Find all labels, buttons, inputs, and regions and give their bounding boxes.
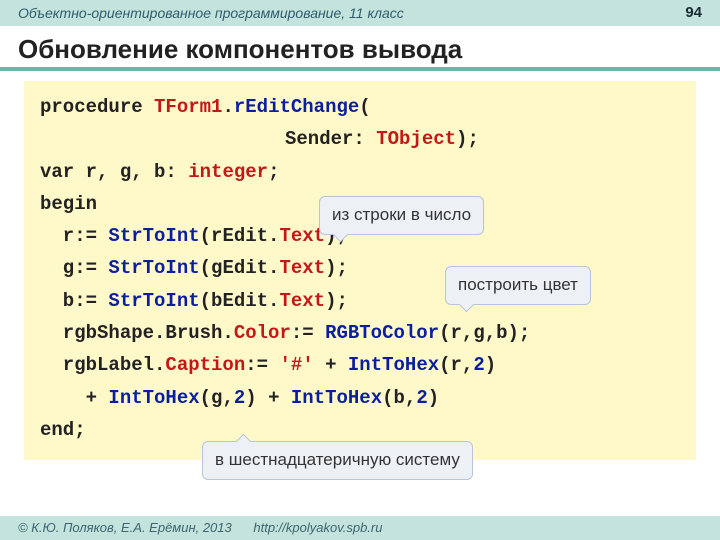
code-line: + IntToHex(g,2) + IntToHex(b,2) xyxy=(40,382,680,414)
t: Caption xyxy=(165,354,245,376)
t: Text xyxy=(279,257,325,279)
t: procedure xyxy=(40,96,154,118)
t: begin xyxy=(40,193,97,215)
t: rgbShape.Brush. xyxy=(40,322,234,344)
t: Text xyxy=(279,290,325,312)
callout-build-color: построить цвет xyxy=(445,266,591,305)
t: IntToHex xyxy=(348,354,439,376)
t: (g, xyxy=(200,387,234,409)
code-line: procedure TForm1.rEditChange( xyxy=(40,91,680,123)
t: StrToInt xyxy=(108,257,199,279)
t: rEditChange xyxy=(234,96,359,118)
callout-to-hex: в шестнадцатеричную систему xyxy=(202,441,473,480)
page-title: Обновление компонентов вывода xyxy=(18,34,702,65)
title-divider xyxy=(0,67,720,71)
t: ); xyxy=(456,128,479,150)
t: b:= xyxy=(40,290,108,312)
course-title: Объектно-ориентированное программировани… xyxy=(18,0,404,26)
t: IntToHex xyxy=(108,387,199,409)
code-line: rgbShape.Brush.Color:= RGBToColor(r,g,b)… xyxy=(40,317,680,349)
t: ; xyxy=(268,161,279,183)
t: := xyxy=(245,354,279,376)
t: end; xyxy=(40,419,86,441)
footer-band: © К.Ю. Поляков, Е.А. Ерёмин, 2013 http:/… xyxy=(0,516,720,540)
callout-str-to-int: из строки в число xyxy=(319,196,484,235)
code-line: Sender: TObject); xyxy=(40,123,680,155)
t: + xyxy=(314,354,348,376)
code-block: procedure TForm1.rEditChange( Sender: TO… xyxy=(24,81,696,460)
t: ); xyxy=(325,257,348,279)
t: IntToHex xyxy=(291,387,382,409)
t: ( xyxy=(359,96,370,118)
t: (r, xyxy=(439,354,473,376)
page-number: 94 xyxy=(685,0,702,26)
t: (rEdit. xyxy=(200,225,280,247)
t: 2 xyxy=(234,387,245,409)
t: RGBToColor xyxy=(325,322,439,344)
t: ) xyxy=(485,354,496,376)
t: ); xyxy=(325,290,348,312)
t: 2 xyxy=(473,354,484,376)
code-line: rgbLabel.Caption:= '#' + IntToHex(r,2) xyxy=(40,349,680,381)
code-line: var r, g, b: integer; xyxy=(40,156,680,188)
footer-link[interactable]: http://kpolyakov.spb.ru xyxy=(253,520,382,535)
t: . xyxy=(222,96,233,118)
t: var r, g, b: xyxy=(40,161,188,183)
t: := xyxy=(291,322,325,344)
t: rgbLabel. xyxy=(40,354,165,376)
t: StrToInt xyxy=(108,225,199,247)
t: + xyxy=(40,387,108,409)
t: (gEdit. xyxy=(200,257,280,279)
t: integer xyxy=(188,161,268,183)
t: g:= xyxy=(40,257,108,279)
t: r:= xyxy=(40,225,108,247)
t: 2 xyxy=(416,387,427,409)
t: '#' xyxy=(279,354,313,376)
t: TForm1 xyxy=(154,96,222,118)
header-band: Объектно-ориентированное программировани… xyxy=(0,0,720,26)
t: (b, xyxy=(382,387,416,409)
t: ) xyxy=(428,387,439,409)
t: TObject xyxy=(376,128,456,150)
t: Sender: xyxy=(285,128,376,150)
t: StrToInt xyxy=(108,290,199,312)
footer-copy: © К.Ю. Поляков, Е.А. Ерёмин, 2013 xyxy=(18,520,232,535)
t: ) + xyxy=(245,387,291,409)
t: (r,g,b); xyxy=(439,322,530,344)
t: Color xyxy=(234,322,291,344)
t: (bEdit. xyxy=(200,290,280,312)
